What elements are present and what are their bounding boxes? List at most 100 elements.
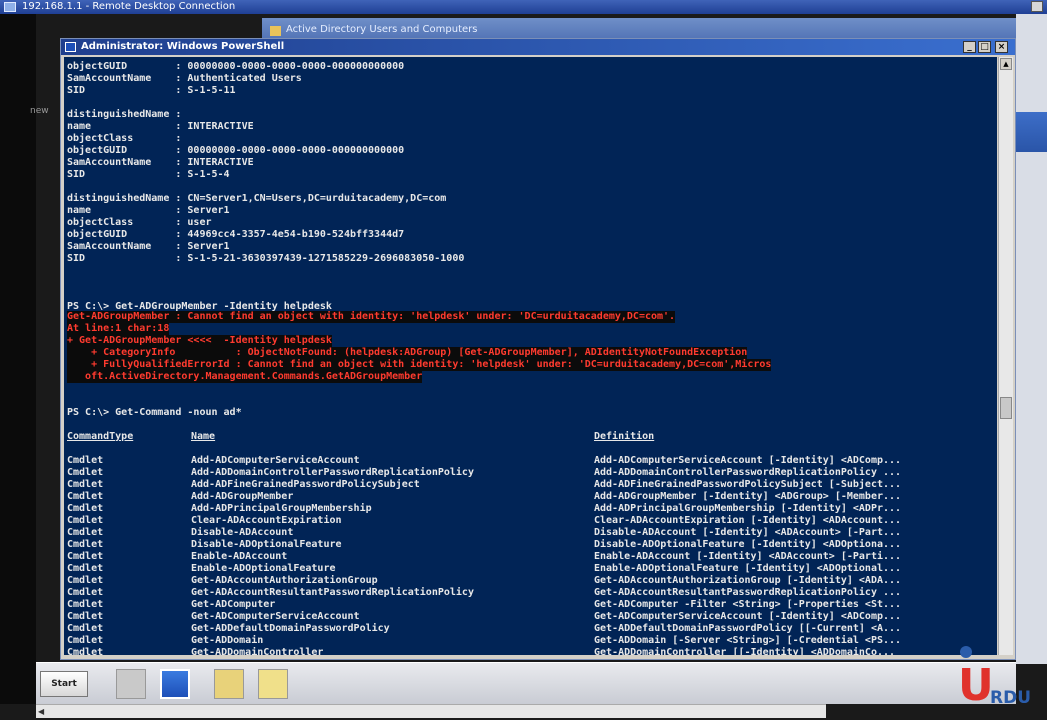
table-cell-name: Enable-ADAccount xyxy=(191,551,288,562)
table-cell-definition: Get-ADDefaultDomainPasswordPolicy [[-Cur… xyxy=(594,623,902,634)
maximize-button[interactable]: □ xyxy=(978,41,991,53)
table-cell-type: Cmdlet xyxy=(67,455,104,466)
table-cell-name: Get-ADComputerServiceAccount xyxy=(191,611,360,622)
table-cell-name: Add-ADDomainControllerPasswordReplicatio… xyxy=(191,467,474,478)
logo-dot xyxy=(960,646,972,658)
table-cell-name: Add-ADComputerServiceAccount xyxy=(191,455,360,466)
table-cell-name: Get-ADComputer xyxy=(191,599,276,610)
table-cell-definition: Clear-ADAccountExpiration [-Identity] <A… xyxy=(594,515,902,526)
table-cell-name: Disable-ADAccount xyxy=(191,527,294,538)
scrollbar-thumb[interactable] xyxy=(1000,397,1012,419)
table-cell-name: Add-ADFineGrainedPasswordPolicySubject xyxy=(191,479,420,490)
table-cell-definition: Disable-ADOptionalFeature [-Identity] <A… xyxy=(594,539,902,550)
table-cell-definition: Get-ADAccountAuthorizationGroup [-Identi… xyxy=(594,575,902,586)
logo-u: U xyxy=(958,660,994,711)
minimize-button[interactable]: _ xyxy=(963,41,976,53)
error-line: + FullyQualifiedErrorId : Cannot find an… xyxy=(67,359,772,371)
column-header-name: Name xyxy=(191,431,216,442)
table-cell-definition: Add-ADComputerServiceAccount [-Identity]… xyxy=(594,455,902,466)
table-cell-type: Cmdlet xyxy=(67,527,104,538)
table-cell-definition: Add-ADDomainControllerPasswordReplicatio… xyxy=(594,467,902,478)
table-cell-type: Cmdlet xyxy=(67,611,104,622)
rdp-titlebar[interactable]: 192.168.1.1 - Remote Desktop Connection xyxy=(0,0,1047,14)
rdp-minimize-button[interactable] xyxy=(1031,1,1043,12)
table-cell-name: Add-ADGroupMember xyxy=(191,491,294,502)
table-cell-type: Cmdlet xyxy=(67,635,104,646)
table-cell-type: Cmdlet xyxy=(67,551,104,562)
table-cell-type: Cmdlet xyxy=(67,647,104,655)
error-line: + Get-ADGroupMember <<<< -Identity helpd… xyxy=(67,335,332,347)
table-cell-definition: Disable-ADAccount [-Identity] <ADAccount… xyxy=(594,527,902,538)
table-cell-type: Cmdlet xyxy=(67,479,104,490)
console-line: SamAccountName : INTERACTIVE xyxy=(67,157,254,168)
logo-rdu: RDU xyxy=(990,688,1032,708)
console-line: SID : S-1-5-11 xyxy=(67,85,236,96)
taskbar: Start xyxy=(36,662,1016,704)
explorer-folder-icon[interactable] xyxy=(214,669,244,699)
console-command-line: PS C:\> Get-Command -noun ad* xyxy=(67,407,242,418)
console-line: objectClass : user xyxy=(67,217,212,228)
console-line: name : INTERACTIVE xyxy=(67,121,254,132)
ad-tools-icon[interactable] xyxy=(258,669,288,699)
table-cell-type: Cmdlet xyxy=(67,515,104,526)
table-cell-definition: Add-ADPrincipalGroupMembership [-Identit… xyxy=(594,503,902,514)
left-desktop-strip: new xyxy=(0,14,49,704)
error-line: + CategoryInfo : ObjectNotFound: (helpde… xyxy=(67,347,748,359)
start-button[interactable]: Start xyxy=(40,671,88,697)
folder-icon xyxy=(270,26,281,36)
table-cell-type: Cmdlet xyxy=(67,467,104,478)
console-line: SID : S-1-5-4 xyxy=(67,169,230,180)
console-line: distinguishedName : CN=Server1,CN=Users,… xyxy=(67,193,447,204)
error-line: Get-ADGroupMember : Cannot find an objec… xyxy=(67,311,676,323)
rdp-title: 192.168.1.1 - Remote Desktop Connection xyxy=(22,1,236,12)
console-line: objectGUID : 44969cc4-3357-4e54-b190-524… xyxy=(67,229,405,240)
scroll-left-arrow-icon[interactable]: ◀ xyxy=(38,707,48,717)
vertical-scrollbar[interactable]: ▲ xyxy=(998,57,1013,655)
powershell-window[interactable]: Administrator: Windows PowerShell _ □ × … xyxy=(60,38,1016,660)
table-cell-type: Cmdlet xyxy=(67,575,104,586)
table-cell-definition: Get-ADAccountResultantPasswordReplicatio… xyxy=(594,587,902,598)
table-cell-definition: Get-ADDomain [-Server <String>] [-Creden… xyxy=(594,635,902,646)
scroll-up-arrow-icon[interactable]: ▲ xyxy=(1000,58,1012,70)
table-cell-name: Disable-ADOptionalFeature xyxy=(191,539,342,550)
table-cell-definition: Get-ADComputerServiceAccount [-Identity]… xyxy=(594,611,902,622)
table-cell-name: Add-ADPrincipalGroupMembership xyxy=(191,503,372,514)
urdu-logo: U RDU xyxy=(950,638,1047,720)
ad-users-window-title: Active Directory Users and Computers xyxy=(286,24,478,35)
close-button[interactable]: × xyxy=(995,41,1008,53)
table-cell-name: Get-ADAccountAuthorizationGroup xyxy=(191,575,378,586)
powershell-titlebar[interactable]: Administrator: Windows PowerShell _ □ × xyxy=(61,39,1015,55)
powershell-title: Administrator: Windows PowerShell xyxy=(81,41,285,52)
console-output[interactable]: objectGUID : 00000000-0000-0000-0000-000… xyxy=(64,57,997,655)
table-cell-type: Cmdlet xyxy=(67,563,104,574)
table-cell-type: Cmdlet xyxy=(67,539,104,550)
table-cell-type: Cmdlet xyxy=(67,491,104,502)
console-line: SID : S-1-5-21-3630397439-1271585229-269… xyxy=(67,253,465,264)
table-cell-name: Enable-ADOptionalFeature xyxy=(191,563,336,574)
table-cell-name: Get-ADDomainController xyxy=(191,647,324,655)
table-cell-type: Cmdlet xyxy=(67,503,104,514)
desktop-note-text: new xyxy=(30,106,49,116)
table-cell-definition: Enable-ADAccount [-Identity] <ADAccount>… xyxy=(594,551,902,562)
table-cell-name: Get-ADDefaultDomainPasswordPolicy xyxy=(191,623,390,634)
table-cell-definition: Add-ADFineGrainedPasswordPolicySubject [… xyxy=(594,479,902,490)
background-window-edge xyxy=(1016,14,1047,664)
background-window-header xyxy=(1016,112,1047,152)
table-cell-type: Cmdlet xyxy=(67,587,104,598)
column-header-definition: Definition xyxy=(594,431,655,442)
powershell-icon xyxy=(65,42,76,52)
error-line: At line:1 char:18 xyxy=(67,323,170,335)
console-line: SamAccountName : Server1 xyxy=(67,241,230,252)
table-cell-definition: Add-ADGroupMember [-Identity] <ADGroup> … xyxy=(594,491,902,502)
console-line: objectClass : xyxy=(67,133,182,144)
console-line: SamAccountName : Authenticated Users xyxy=(67,73,302,84)
table-cell-name: Clear-ADAccountExpiration xyxy=(191,515,342,526)
powershell-taskbar-icon[interactable] xyxy=(160,669,190,699)
console-line: objectGUID : 00000000-0000-0000-0000-000… xyxy=(67,61,405,72)
table-cell-definition: Get-ADDomainController [[-Identity] <ADD… xyxy=(594,647,896,655)
column-header-commandtype: CommandType xyxy=(67,431,134,442)
server-manager-icon[interactable] xyxy=(116,669,146,699)
table-cell-name: Get-ADAccountResultantPasswordReplicatio… xyxy=(191,587,474,598)
table-cell-definition: Get-ADComputer -Filter <String> [-Proper… xyxy=(594,599,902,610)
horizontal-scrollbar[interactable]: ◀ xyxy=(36,704,826,718)
